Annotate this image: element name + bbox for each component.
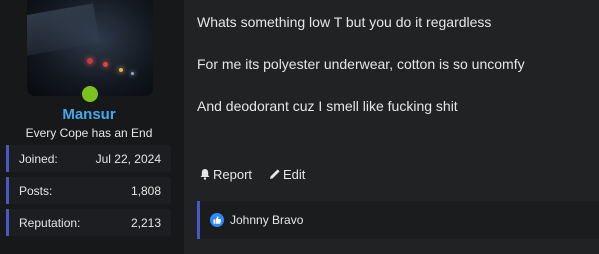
edit-label: Edit — [283, 167, 306, 182]
stat-value: 2,213 — [130, 216, 161, 230]
like-icon — [210, 213, 224, 227]
post-paragraph: For me its polyester underwear, cotton i… — [197, 56, 525, 72]
edit-button[interactable]: Edit — [269, 167, 305, 182]
stat-value[interactable]: 1,808 — [131, 184, 161, 198]
stat-label: Joined: — [19, 152, 58, 166]
stat-value: Jul 22, 2024 — [95, 152, 161, 166]
report-label: Report — [213, 167, 253, 182]
stat-reputation: Reputation: 2,213 — [6, 209, 171, 236]
avatar[interactable] — [27, 0, 153, 96]
user-title: Every Cope has an End — [25, 126, 153, 140]
post-paragraph: And deodorant cuz I smell like fucking s… — [197, 98, 458, 114]
user-sidebar: Mansur Every Cope has an End Joined: Jul… — [0, 0, 184, 254]
stat-label: Reputation: — [19, 216, 81, 230]
reaction-users[interactable]: Johnny Bravo — [230, 213, 303, 227]
post-body: Whats something low T but you do it rega… — [184, 0, 599, 254]
reactions-bar: Johnny Bravo — [197, 201, 599, 239]
online-status-icon — [80, 84, 100, 104]
stat-posts: Posts: 1,808 — [6, 177, 171, 204]
bell-icon — [200, 169, 210, 180]
post-paragraph: Whats something low T but you do it rega… — [197, 14, 492, 30]
report-button[interactable]: Report — [199, 167, 252, 182]
username[interactable]: Mansur — [0, 106, 178, 123]
stat-joined: Joined: Jul 22, 2024 — [6, 145, 171, 172]
stat-label: Posts: — [19, 184, 53, 198]
pencil-icon — [270, 169, 280, 179]
